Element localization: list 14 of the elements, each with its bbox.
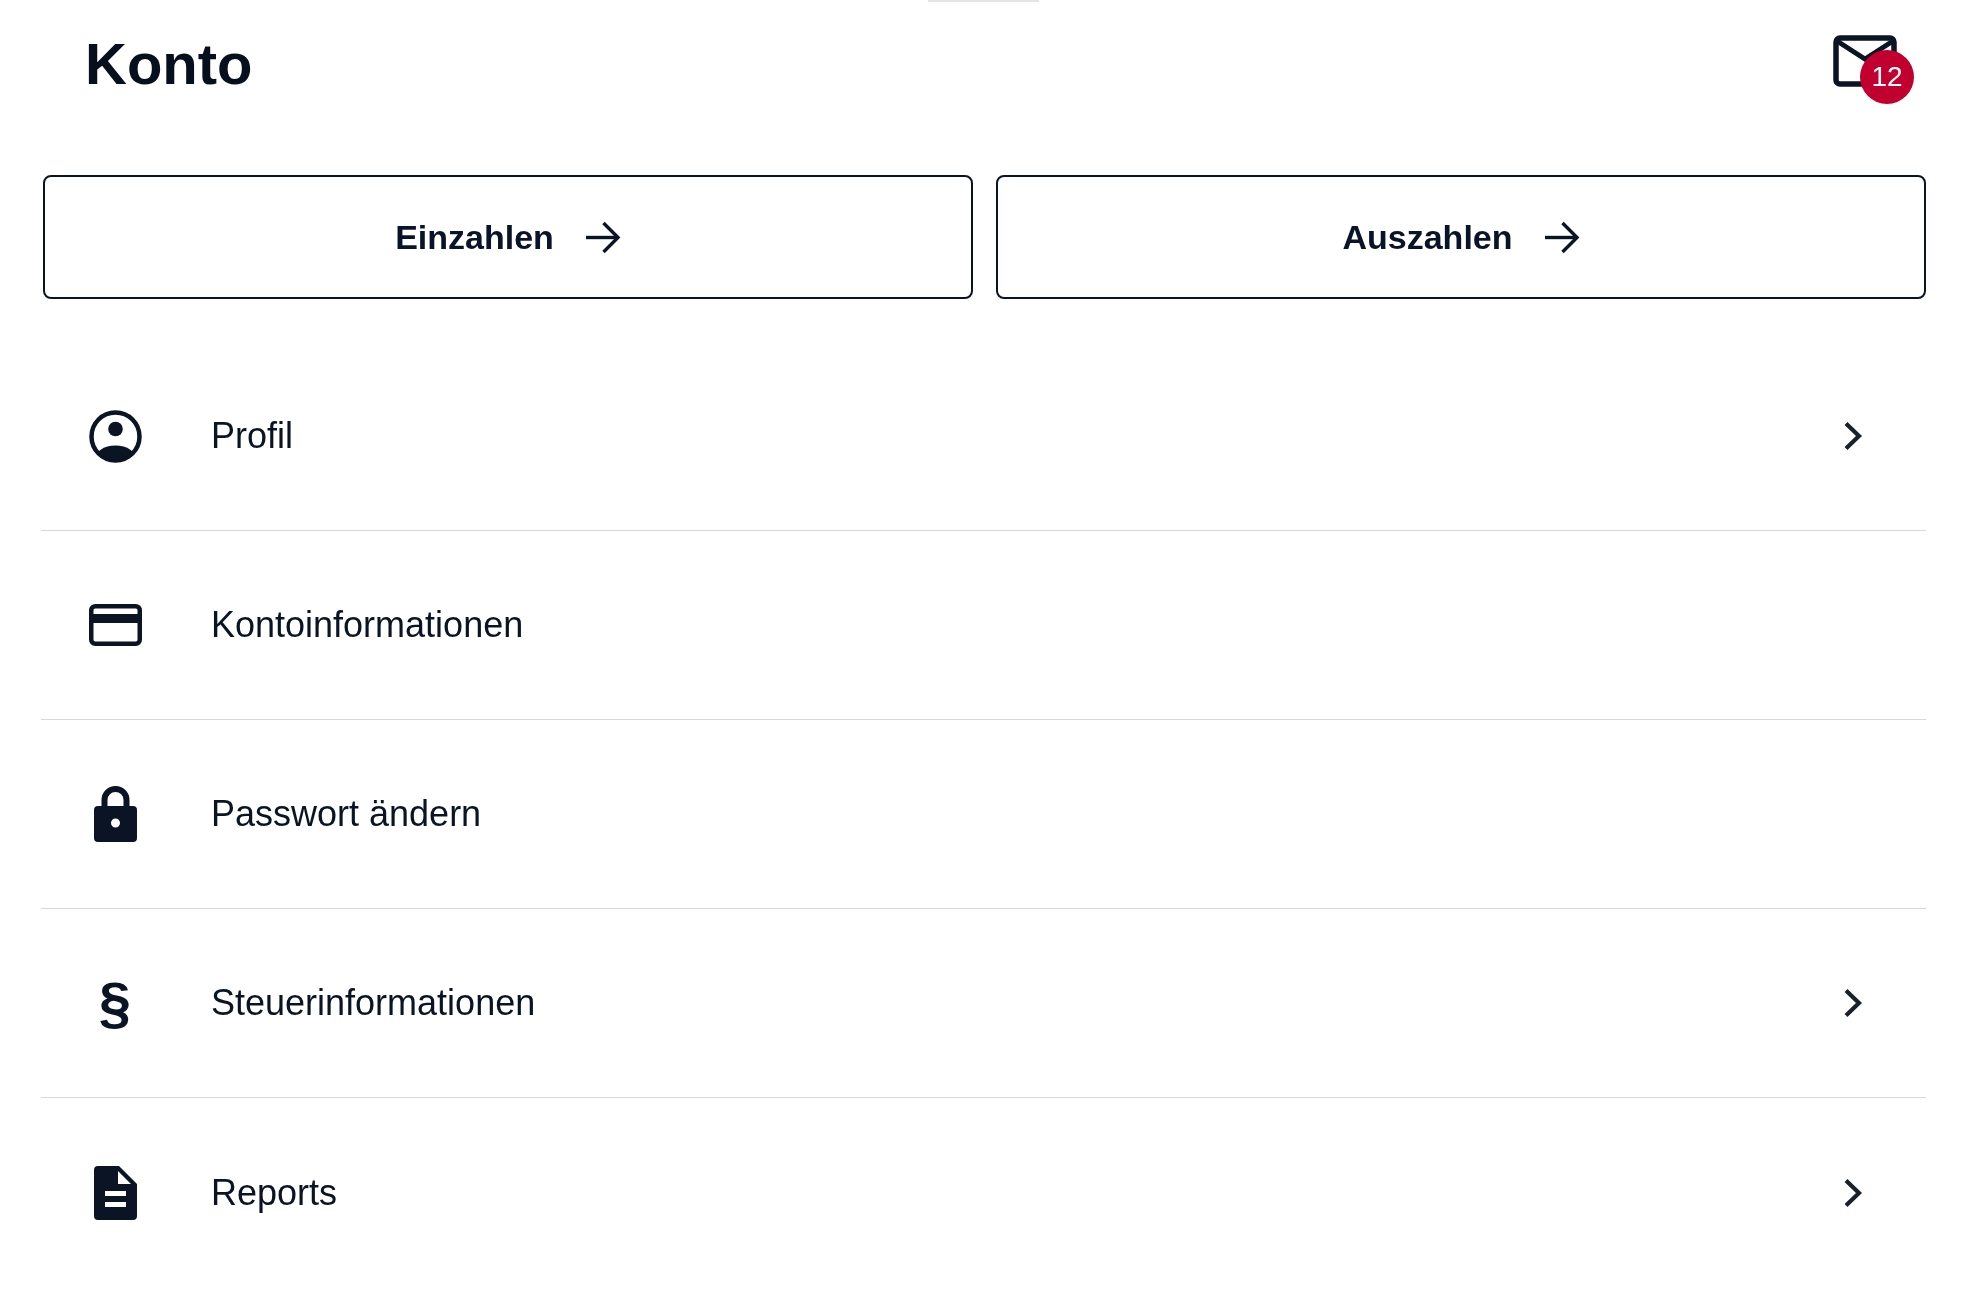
document-icon	[93, 1165, 137, 1220]
credit-card-icon	[88, 604, 142, 646]
section-sign-icon: §	[98, 974, 132, 1032]
menu-item[interactable]: Reports	[41, 1098, 1926, 1287]
lock-icon	[93, 786, 137, 842]
menu-item[interactable]: § Steuerinformationen	[41, 909, 1926, 1098]
action-button[interactable]: Auszahlen	[996, 175, 1926, 299]
action-button[interactable]: Einzahlen	[43, 175, 973, 299]
menu-item[interactable]: Passwort ändern	[41, 720, 1926, 909]
menu-item[interactable]: Kontoinformationen	[41, 531, 1926, 720]
person-circle-icon	[88, 409, 142, 463]
page-title: Konto	[85, 35, 253, 93]
menu-item[interactable]: Profil	[41, 342, 1926, 531]
notification-count: 12	[1860, 50, 1914, 104]
